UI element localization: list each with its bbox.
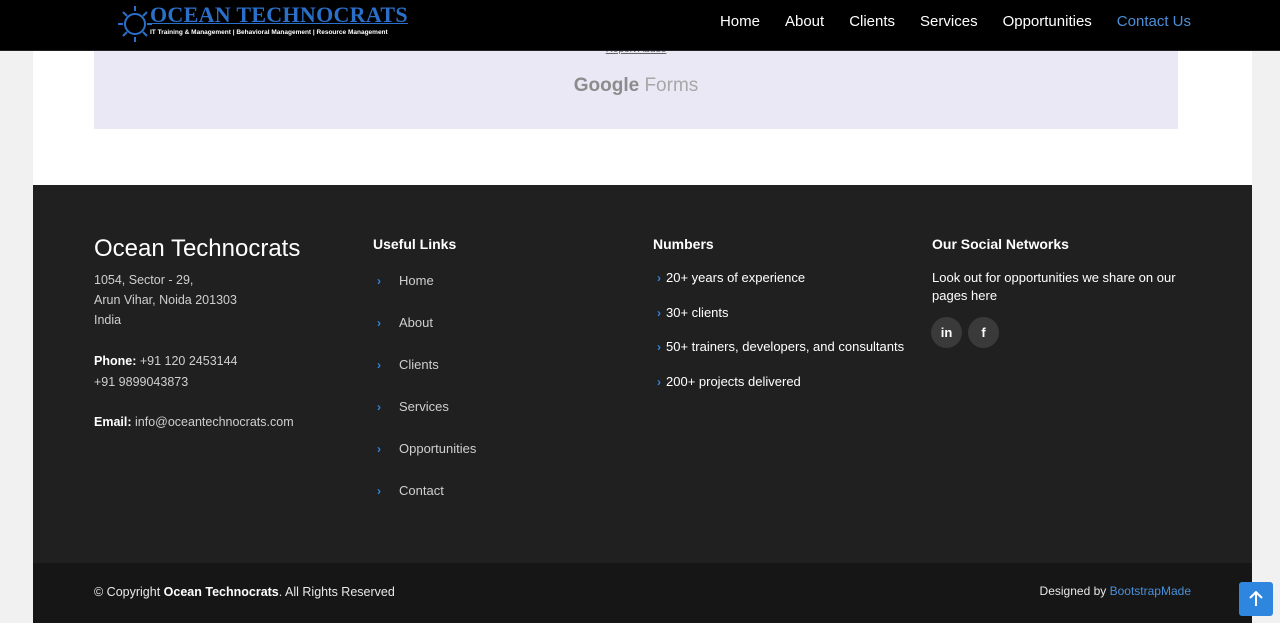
chevron-right-icon: › [377,484,381,498]
designed-by-label: Designed by [1039,584,1107,598]
phone-line: Phone: +91 120 2453144 [94,354,238,368]
footer-link-label: About [399,315,433,330]
logo-tagline: IT Training & Management | Behavioral Ma… [150,29,388,36]
useful-links-title: Useful Links [373,236,457,252]
facebook-button[interactable]: f [968,317,999,348]
numbers-item-label: 20+ years of experience [666,270,806,285]
logo-title: OCEAN TECHNOCRATS [150,2,408,27]
google-forms-logo[interactable]: Google Forms [94,75,1178,97]
back-to-top-button[interactable] [1239,582,1273,616]
google-word: Google [573,75,640,96]
chevron-right-icon: › [377,316,381,330]
chevron-right-icon: › [377,400,381,414]
social-title: Our Social Networks [932,236,1069,252]
address-line-1: 1054, Sector - 29, [94,273,194,287]
logo[interactable]: OCEAN TECHNOCRATS IT Training & Manageme… [118,2,408,46]
footer-link-label: Contact [399,483,444,498]
footer-brand: Ocean Technocrats [94,235,301,262]
numbers-item-label: 200+ projects delivered [666,374,801,389]
numbers-item: › 200+ projects delivered [653,374,801,389]
arrow-up-icon [1249,591,1263,606]
facebook-icon: f [981,325,986,340]
chevron-right-icon: › [657,306,661,320]
footer-link-opportunities[interactable]: › Opportunities [373,441,476,456]
footer-link-home[interactable]: › Home [373,273,434,288]
nav-clients[interactable]: Clients [849,13,895,30]
copyright-suffix: . All Rights Reserved [278,585,395,599]
footer-link-services[interactable]: › Services [373,399,449,414]
nav-opportunities[interactable]: Opportunities [1003,13,1092,30]
social-text: Look out for opportunities we share on o… [932,270,1176,303]
numbers-item: › 20+ years of experience [653,270,805,285]
footer-link-about[interactable]: › About [373,315,433,330]
nav-services[interactable]: Services [920,13,978,30]
nav-home[interactable]: Home [720,13,760,30]
linkedin-icon: in [940,325,953,340]
chevron-right-icon: › [657,340,661,354]
footer: Ocean Technocrats 1054, Sector - 29, Aru… [33,185,1252,563]
chevron-right-icon: › [657,271,661,285]
contact-section: Report Abuse Google Forms [33,44,1252,185]
main-nav: Home About Clients Services Opportunitie… [720,0,1191,42]
credits: Designed by BootstrapMade [1040,584,1191,598]
email-line: Email: info@oceantechnocrats.com [94,415,294,429]
phone-label: Phone: [94,354,137,368]
numbers-item-label: 30+ clients [666,305,729,320]
numbers-item: › 30+ clients [653,305,729,320]
chevron-right-icon: › [657,375,661,389]
sun-logo-icon [118,6,152,42]
linkedin-button[interactable]: in [931,317,962,348]
copyright-prefix: © Copyright [94,585,161,599]
forms-word: Forms [644,75,699,96]
footer-link-label: Opportunities [399,441,477,456]
chevron-right-icon: › [377,274,381,288]
footer-link-contact[interactable]: › Contact [373,483,444,498]
copyright-brand: Ocean Technocrats [163,585,279,599]
phone-2[interactable]: +91 9899043873 [94,375,188,389]
email-address[interactable]: info@oceantechnocrats.com [135,415,294,429]
chevron-right-icon: › [377,358,381,372]
numbers-item-label: 50+ trainers, developers, and consultant… [666,339,905,354]
address-line-3: India [94,313,122,327]
footer-link-label: Home [399,273,434,288]
phone-1[interactable]: +91 120 2453144 [140,354,238,368]
footer-bottom: © Copyright Ocean Technocrats. All Right… [33,563,1252,623]
copyright: © Copyright Ocean Technocrats. All Right… [94,585,395,599]
designer-link[interactable]: BootstrapMade [1110,584,1191,598]
numbers-item: › 50+ trainers, developers, and consultan… [653,339,904,354]
nav-about[interactable]: About [785,13,824,30]
google-form-embed: Report Abuse Google Forms [94,44,1178,129]
email-label: Email: [94,415,132,429]
site-header: OCEAN TECHNOCRATS IT Training & Manageme… [0,0,1280,51]
footer-link-clients[interactable]: › Clients [373,357,439,372]
footer-link-label: Clients [399,357,439,372]
numbers-title: Numbers [653,236,714,252]
address-line-2: Arun Vihar, Noida 201303 [94,293,237,307]
nav-contact-us[interactable]: Contact Us [1117,13,1191,30]
chevron-right-icon: › [377,442,381,456]
footer-link-label: Services [399,399,449,414]
